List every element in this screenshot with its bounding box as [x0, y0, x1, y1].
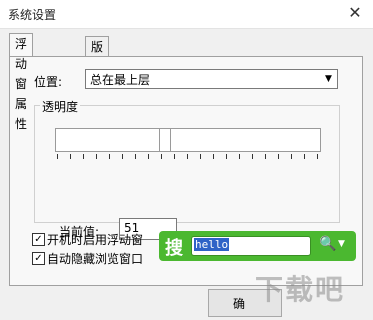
position-label: 位置: — [34, 75, 63, 89]
transparency-group: 透明度 当前值: 51 — [34, 98, 340, 240]
slider-tick — [239, 154, 240, 159]
slider-ticks — [57, 154, 318, 160]
slider-tick — [226, 154, 227, 159]
autohide-checkbox-label: 自动隐藏浏览窗口 — [47, 252, 144, 266]
slider-tick — [148, 154, 149, 159]
ok-button-label: 确 — [233, 297, 246, 311]
slider-tick — [291, 154, 292, 159]
startup-checkbox-label: 开机时启用浮动窗 — [47, 233, 144, 247]
tab-floating-window[interactable]: 浮动窗属性 — [9, 33, 34, 131]
checkmark-icon[interactable]: ✓ — [32, 252, 45, 265]
slider-tick — [122, 154, 123, 159]
search-input[interactable]: hello — [191, 236, 311, 256]
chevron-down-icon[interactable]: ▼ — [338, 239, 345, 249]
tab-version-upgrade[interactable]: 版本升级 — [85, 36, 110, 114]
slider-tick — [174, 154, 175, 159]
transparency-slider-thumb[interactable] — [159, 128, 171, 152]
search-input-text: hello — [194, 238, 230, 251]
search-logo-icon: 搜 — [165, 238, 183, 259]
position-select[interactable]: 总在最上层 ▼ — [85, 69, 338, 89]
close-icon[interactable]: ✕ — [345, 3, 365, 23]
slider-tick — [213, 154, 214, 159]
slider-tick — [278, 154, 279, 159]
slider-tick — [317, 154, 318, 159]
slider-tick — [57, 154, 58, 159]
slider-tick — [70, 154, 71, 159]
position-select-value: 总在最上层 — [90, 73, 151, 87]
slider-tick — [200, 154, 201, 159]
window-title: 系统设置 — [8, 8, 57, 22]
slider-tick — [109, 154, 110, 159]
slider-tick — [265, 154, 266, 159]
slider-tick — [161, 154, 162, 159]
watermark-logo: 下载吧 — [255, 273, 346, 306]
transparency-group-title: 透明度 — [40, 98, 81, 115]
slider-tick — [187, 154, 188, 159]
slider-tick — [83, 154, 84, 159]
slider-tick — [96, 154, 97, 159]
magnifier-icon[interactable]: 🔍 — [319, 236, 336, 252]
slider-tick — [135, 154, 136, 159]
slider-tick — [304, 154, 305, 159]
slider-tick — [252, 154, 253, 159]
title-bar: 系统设置 ✕ — [0, 0, 373, 29]
transparency-slider-track[interactable] — [55, 128, 321, 152]
chevron-down-icon[interactable]: ▼ — [321, 71, 336, 87]
floating-search-widget[interactable]: 搜 hello 🔍 ▼ — [159, 231, 356, 261]
checkmark-icon[interactable]: ✓ — [32, 233, 45, 246]
